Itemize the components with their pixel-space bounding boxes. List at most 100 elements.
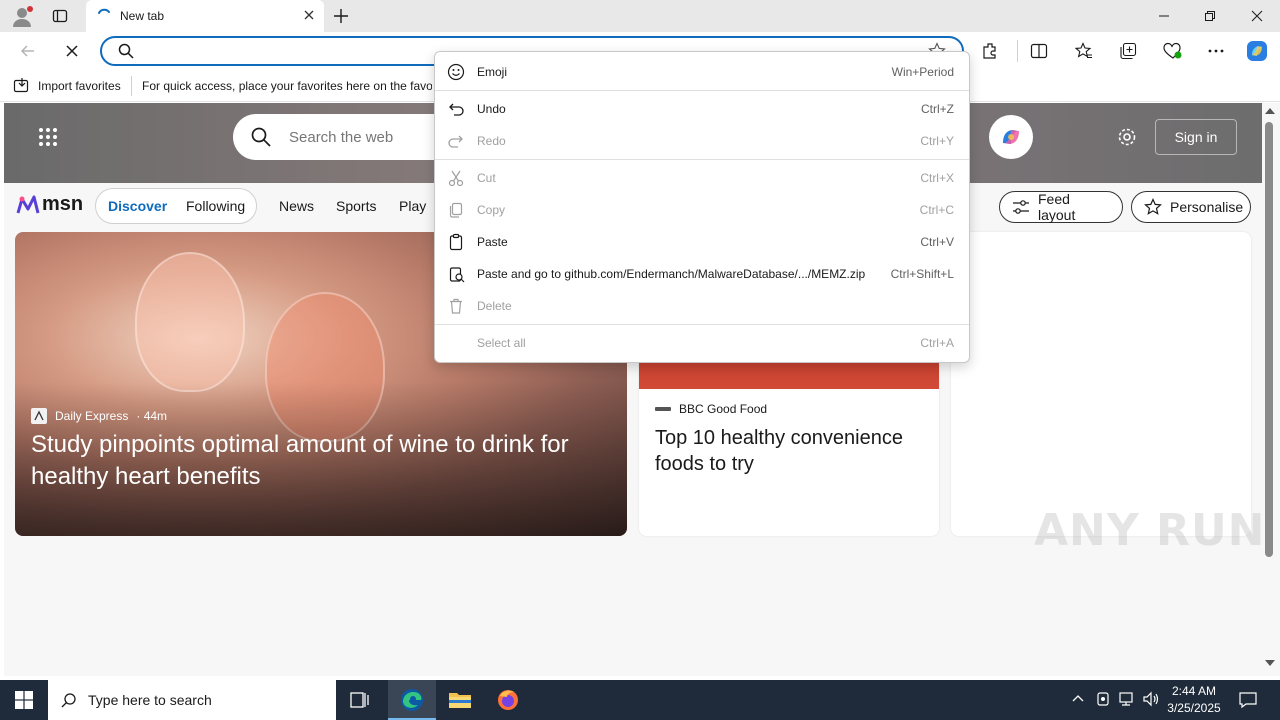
- tab-actions-icon[interactable]: [52, 8, 68, 24]
- taskbar-search-placeholder: Type here to search: [88, 692, 212, 708]
- task-view-icon[interactable]: [336, 680, 384, 720]
- restore-icon[interactable]: [1187, 0, 1233, 32]
- feed-layout-button[interactable]: Feed layout: [999, 191, 1123, 223]
- menu-label: Delete: [477, 299, 512, 313]
- menu-item-redo[interactable]: Redo Ctrl+Y: [435, 124, 969, 156]
- personalise-star-icon: [1144, 198, 1162, 216]
- loading-spinner-icon: [96, 7, 112, 23]
- new-tab-icon[interactable]: [332, 7, 350, 25]
- card2-source: BBC Good Food: [655, 402, 767, 416]
- taskbar-clock[interactable]: 2:44 AM 3/25/2025: [1160, 683, 1228, 717]
- close-window-icon[interactable]: [1234, 0, 1280, 32]
- menu-item-emoji[interactable]: Emoji Win+Period: [435, 55, 969, 87]
- context-menu: Emoji Win+Period Undo Ctrl+Z Redo Ctrl+Y…: [434, 51, 970, 363]
- menu-shortcut: Ctrl+Z: [921, 102, 954, 116]
- favorites-icon[interactable]: [1075, 42, 1093, 60]
- close-tab-icon[interactable]: [302, 8, 316, 22]
- personalise-button[interactable]: Personalise: [1131, 191, 1251, 223]
- menu-separator: [435, 159, 969, 160]
- personalise-label: Personalise: [1170, 199, 1244, 215]
- clock-date: 3/25/2025: [1167, 701, 1221, 715]
- toolbar-divider: [1017, 40, 1018, 62]
- tab-following[interactable]: Following: [186, 198, 245, 214]
- wine-glass-image: [135, 252, 245, 392]
- settings-gear-icon[interactable]: [1117, 127, 1137, 147]
- scrollbar-thumb[interactable]: [1265, 122, 1273, 557]
- menu-label: Paste and go to github.com/Endermanch/Ma…: [477, 267, 866, 281]
- profile-icon[interactable]: [10, 4, 34, 28]
- network-icon[interactable]: [1118, 691, 1136, 707]
- msn-logo[interactable]: msn: [16, 193, 83, 216]
- menu-shortcut: Ctrl+X: [920, 171, 954, 185]
- tab-discover[interactable]: Discover: [108, 198, 167, 214]
- copilot-icon[interactable]: [1245, 39, 1269, 63]
- menu-shortcut: Ctrl+A: [920, 336, 954, 350]
- collections-icon[interactable]: [1119, 42, 1137, 60]
- menu-separator: [435, 90, 969, 91]
- browser-essentials-icon[interactable]: [1163, 42, 1183, 60]
- menu-item-cut[interactable]: Cut Ctrl+X: [435, 161, 969, 193]
- show-hidden-icons-icon[interactable]: [1071, 692, 1085, 706]
- menu-item-paste-and-go[interactable]: Paste and go to github.com/Endermanch/Ma…: [435, 257, 969, 289]
- msn-search-icon: [251, 127, 271, 147]
- publisher-logo-icon: [31, 408, 47, 424]
- menu-item-paste[interactable]: Paste Ctrl+V: [435, 225, 969, 257]
- menu-item-copy[interactable]: Copy Ctrl+C: [435, 193, 969, 225]
- redo-icon: [447, 132, 465, 150]
- menu-shortcut: Ctrl+V: [920, 235, 954, 249]
- main-story-age: · 44m: [136, 409, 168, 423]
- card2-title[interactable]: Top 10 healthy convenience foods to try: [655, 425, 925, 477]
- volume-icon[interactable]: [1142, 691, 1160, 707]
- menu-label: Undo: [477, 102, 506, 116]
- apps-grid-icon[interactable]: [38, 127, 58, 147]
- stop-loading-icon[interactable]: [63, 42, 81, 60]
- security-tray-icon[interactable]: [1096, 691, 1110, 707]
- menu-shortcut: Win+Period: [891, 65, 954, 79]
- menu-label: Select all: [477, 336, 526, 350]
- split-screen-icon[interactable]: [1030, 42, 1048, 60]
- msn-logo-text: msn: [42, 193, 84, 215]
- minimize-icon[interactable]: [1141, 0, 1187, 32]
- cut-icon: [447, 169, 465, 187]
- windows-start-icon[interactable]: [15, 691, 33, 709]
- menu-item-undo[interactable]: Undo Ctrl+Z: [435, 92, 969, 124]
- paste-icon: [447, 233, 465, 251]
- menu-item-delete[interactable]: Delete: [435, 289, 969, 321]
- extensions-icon[interactable]: [982, 42, 1000, 60]
- taskbar-search-box[interactable]: Type here to search: [48, 680, 336, 720]
- menu-label: Redo: [477, 134, 506, 148]
- scroll-down-icon[interactable]: [1264, 658, 1276, 668]
- msn-search-placeholder: Search the web: [289, 129, 394, 146]
- undo-icon: [447, 100, 465, 118]
- menu-item-select-all[interactable]: Select all Ctrl+A: [435, 326, 969, 358]
- sign-in-button[interactable]: Sign in: [1155, 119, 1237, 155]
- import-favorites-link[interactable]: Import favorites: [38, 79, 121, 93]
- delete-icon: [447, 297, 465, 315]
- edge-taskbar-icon[interactable]: [388, 680, 436, 720]
- feed-layout-label: Feed layout: [1038, 191, 1076, 223]
- menu-label: Emoji: [477, 65, 508, 79]
- nav-play[interactable]: Play: [399, 198, 426, 214]
- back-icon[interactable]: [19, 42, 37, 60]
- scroll-up-icon[interactable]: [1264, 106, 1276, 116]
- empty-card: [951, 232, 1251, 536]
- tab-title: New tab: [120, 9, 165, 23]
- sliders-icon: [1012, 199, 1030, 215]
- main-story-publisher: Daily Express: [55, 409, 129, 423]
- copy-icon: [447, 201, 465, 219]
- notifications-icon[interactable]: [1238, 690, 1258, 710]
- menu-shortcut: Ctrl+Shift+L: [890, 267, 954, 281]
- menu-label: Paste: [477, 235, 508, 249]
- main-story-source: Daily Express · 44m: [31, 408, 167, 424]
- nav-news[interactable]: News: [279, 198, 314, 214]
- search-icon: [118, 43, 134, 59]
- more-options-icon[interactable]: [1207, 42, 1225, 60]
- tab-new-tab[interactable]: New tab: [86, 0, 324, 32]
- file-explorer-icon[interactable]: [436, 680, 484, 720]
- menu-label: Cut: [477, 171, 496, 185]
- card2-publisher: BBC Good Food: [679, 402, 768, 416]
- nav-sports[interactable]: Sports: [336, 198, 376, 214]
- msn-copilot-button[interactable]: [989, 115, 1033, 159]
- firefox-icon[interactable]: [484, 680, 532, 720]
- main-story-headline[interactable]: Study pinpoints optimal amount of wine t…: [31, 429, 621, 493]
